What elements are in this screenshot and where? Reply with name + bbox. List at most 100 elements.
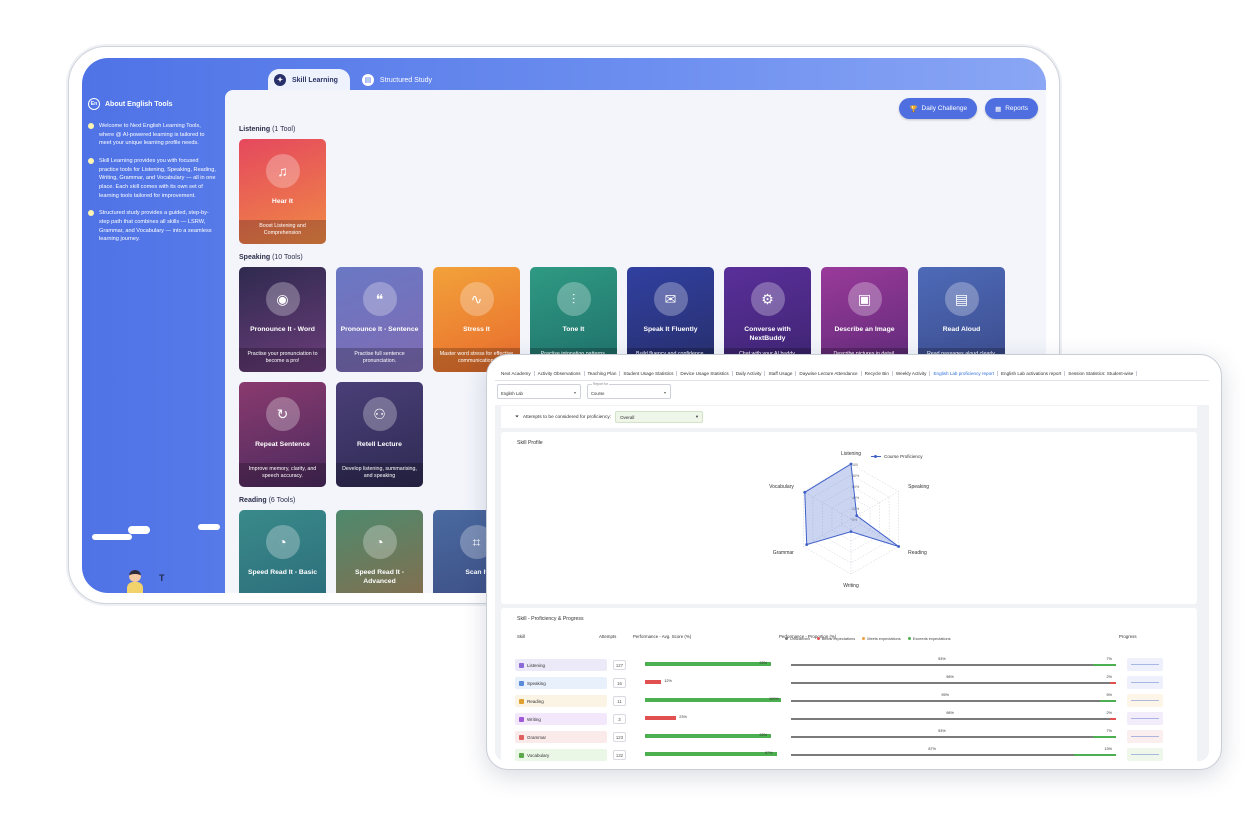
- tool-card-name: Repeat Sentence: [255, 441, 310, 448]
- col-skill: Skill: [517, 634, 526, 639]
- skill-name: Reading: [527, 698, 544, 704]
- proficiency-progress-panel: Skill - Proficiency & Progress Skill Att…: [501, 608, 1197, 761]
- tool-card[interactable]: ❝ Pronounce It - Sentence Practise full se…: [336, 267, 423, 372]
- sparkline-line: [1131, 754, 1159, 755]
- report-tab[interactable]: English Lab proficiency report: [930, 370, 998, 376]
- sidebar-item: Welcome to Next English Learning Tools, …: [88, 122, 217, 148]
- tool-card-name: Hear It: [271, 198, 294, 205]
- avg-score-label: 100%: [769, 697, 779, 701]
- report-tab[interactable]: Teaching Plan: [585, 370, 621, 376]
- legend-label: Exceeds expectations: [912, 636, 951, 641]
- read-icon: ▤: [944, 282, 979, 316]
- tool-card-name: Read Aloud: [942, 326, 981, 333]
- top-tabs: ✦ Skill Learning ▤ Structured Study: [268, 69, 444, 91]
- lab-select[interactable]: English Lab ▾: [497, 384, 581, 399]
- avg-score-label: 93%: [759, 733, 768, 737]
- radar-chart: Listening Speaking Reading Writing Grammar Vo…: [741, 444, 961, 594]
- tool-card-name: Pronounce It - Sentence: [340, 326, 419, 333]
- tool-card[interactable]: ◔ Speed Read It - Basic: [239, 510, 326, 593]
- tool-card-name: Speak It Fluently: [643, 326, 698, 333]
- radar-point[interactable]: [803, 490, 807, 494]
- report-tab[interactable]: English Lab activations report: [998, 370, 1066, 376]
- report-tab[interactable]: Student Usage Statistics: [620, 370, 678, 376]
- sidebar-item-text: Structured study provides a guided, step…: [99, 210, 212, 243]
- tool-card[interactable]: ⚇ Retell Lecture Develop listening, summar…: [336, 382, 423, 487]
- report-for-select[interactable]: Report for Course ▾: [587, 382, 671, 399]
- report-tab[interactable]: Daywise Lecture Attendance: [796, 370, 862, 376]
- sidebar-item-text: Welcome to Next English Learning Tools, …: [99, 123, 205, 147]
- skill-icon: [519, 698, 524, 704]
- proportion-end-label: 5%: [1106, 693, 1113, 697]
- skill-row: Writing 3 23% 98% 2%: [515, 710, 1175, 728]
- filter-icon: ⏷: [515, 415, 519, 420]
- report-tab[interactable]: Recycle Bin: [862, 370, 893, 376]
- proportion-bar: 98% 2%: [791, 711, 1116, 720]
- proportion-main-label: 93%: [938, 657, 946, 661]
- student-illustration: [126, 570, 144, 593]
- tab-structured-study[interactable]: ▤ Structured Study: [356, 69, 444, 91]
- tab-skill-learning[interactable]: ✦ Skill Learning: [268, 69, 350, 91]
- report-tab[interactable]: Daily Activity: [733, 370, 766, 376]
- radar-point[interactable]: [849, 530, 853, 534]
- chevron-down-icon: ▾: [695, 414, 699, 419]
- gauge-icon: ◔: [362, 525, 397, 559]
- tool-card-description: Develop listening, summarising, and spea…: [336, 463, 423, 487]
- report-tab[interactable]: Activity Observations: [535, 370, 585, 376]
- legend-item: Below expectations: [816, 636, 856, 641]
- trophy-icon: 🏆: [909, 105, 918, 113]
- proportion-segment: [791, 682, 1110, 684]
- clouds-illustration: [92, 524, 222, 590]
- report-tab[interactable]: Next Academy: [498, 370, 535, 376]
- radar-point[interactable]: [855, 514, 859, 518]
- tool-card[interactable]: ↻ Repeat Sentence Improve memory, clarity,…: [239, 382, 326, 487]
- proportion-segment: [1099, 700, 1116, 702]
- tool-card[interactable]: ♫ Hear It Boost Listening and Comprehensio…: [239, 139, 326, 244]
- letter-t-icon: T: [159, 573, 165, 583]
- bulb-bullet-icon: [88, 157, 94, 164]
- proportion-end-label: 2%: [1106, 675, 1113, 679]
- avg-score-track: 97%: [645, 751, 781, 756]
- report-body: ⏷ Attempts to be considered for proficie…: [501, 406, 1197, 761]
- attempts-count: 16: [613, 678, 626, 688]
- action-buttons: 🏆 Daily Challenge ▦ Reports: [899, 98, 1038, 119]
- bulb-bullet-icon: [88, 210, 94, 217]
- avg-score-label: 97%: [764, 751, 773, 755]
- tab-label: Skill Learning: [292, 76, 338, 84]
- sidebar-title: En About English Tools: [88, 98, 217, 110]
- radar-axis-label: Reading: [908, 550, 927, 556]
- tool-card-name: Speed Read It - Basic: [247, 569, 318, 576]
- skill-row: Reading 11 100% 95% 5%: [515, 692, 1175, 710]
- proportion-bar: 93% 7%: [791, 729, 1116, 738]
- radar-point[interactable]: [897, 545, 901, 548]
- tool-card[interactable]: ◔ Speed Read It - Advanced: [336, 510, 423, 593]
- col-avg: Performance - Avg. Score (%): [633, 634, 692, 639]
- legend-label: Below expectations: [821, 636, 856, 641]
- tool-card[interactable]: ◉ Pronounce It - Word Practise your pronun…: [239, 267, 326, 372]
- section-name: Speaking: [239, 254, 271, 261]
- report-tab[interactable]: Session Statistics: Student-wise: [1065, 370, 1138, 376]
- progress-title: Skill - Proficiency & Progress: [517, 616, 584, 622]
- report-tab[interactable]: Weekly Activity: [893, 370, 931, 376]
- tool-card-description: Boost Listening and Comprehension: [239, 220, 326, 244]
- sidebar: En About English Tools Welcome to Next E…: [82, 90, 225, 593]
- report-tab[interactable]: Staff Usage: [765, 370, 797, 376]
- legend-dot-icon: [816, 637, 820, 640]
- proportion-end-label: 13%: [1104, 747, 1112, 751]
- gauge-icon: ◔: [265, 525, 300, 559]
- proportion-segment: [1073, 754, 1116, 756]
- attempts-select[interactable]: Overall ▾: [615, 411, 704, 423]
- reports-button[interactable]: ▦ Reports: [985, 98, 1038, 119]
- daily-challenge-button[interactable]: 🏆 Daily Challenge: [899, 98, 978, 119]
- proportion-end-label: 7%: [1106, 729, 1113, 733]
- radar-point[interactable]: [805, 543, 809, 546]
- skill-icon: [519, 680, 524, 686]
- skill-icon: [519, 734, 524, 740]
- skill-row: Listening 127 93% 93% 7%: [515, 656, 1175, 674]
- report-tab[interactable]: Device Usage Statistics: [677, 370, 733, 376]
- proportion-segment: [791, 700, 1100, 702]
- sparkline-line: [1131, 682, 1159, 683]
- proportion-bar: 87% 13%: [791, 747, 1116, 756]
- radar-point[interactable]: [849, 462, 853, 466]
- proportion-bar: 93% 7%: [791, 657, 1116, 666]
- tool-card-description: Practise full sentence pronunciation.: [336, 348, 423, 372]
